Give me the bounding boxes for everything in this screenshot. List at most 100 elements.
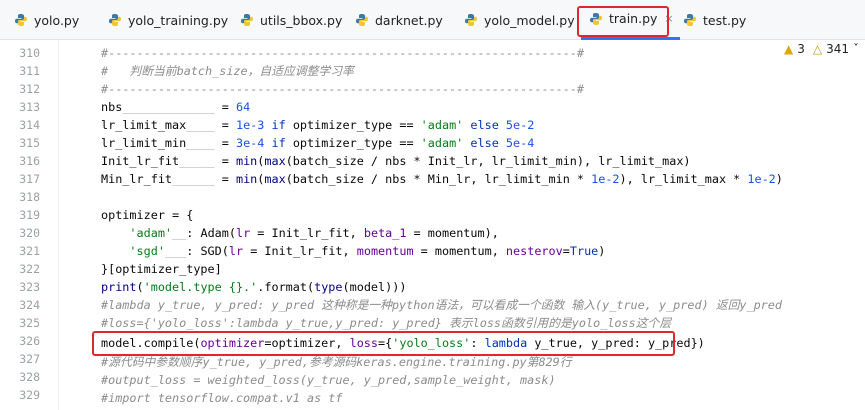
line-number: 319	[19, 208, 40, 222]
code-token: max	[264, 154, 286, 168]
code-token: ), lr_limit_max *	[619, 172, 748, 186]
code-token: optimizer_type ==	[292, 118, 421, 132]
line-number: 325	[19, 316, 40, 330]
tab-label: yolo_training.py	[128, 12, 229, 28]
tab-label: yolo.py	[34, 12, 80, 28]
warning-count: 3	[797, 42, 805, 56]
code-token: 5e-2	[505, 118, 535, 132]
code-line-311[interactable]: # 判断当前batch_size，自适应调整学习率	[101, 62, 354, 80]
code-line-315[interactable]: lr_limit_min____ = 3e-4 if optimizer_typ…	[101, 134, 534, 152]
code-token: )	[598, 244, 606, 258]
code-token: Min_lr_fit	[101, 172, 173, 186]
line-number: 317	[19, 172, 40, 186]
code-token: 'sgd'	[129, 244, 165, 258]
line-number: 323	[19, 280, 40, 294]
gutter-divider	[58, 40, 59, 410]
code-token: =	[214, 100, 236, 114]
code-token: Init_lr_fit,	[271, 226, 364, 240]
code-line-317[interactable]: Min_lr_fit______ = min(max(batch_size / …	[101, 170, 783, 188]
code-token: Init_lr_fit	[101, 154, 180, 168]
line-number: 327	[19, 352, 40, 366]
line-number: 320	[19, 226, 40, 240]
code-token: momentum,	[434, 244, 506, 258]
code-token: : SGD(	[186, 244, 229, 258]
code-token: beta_1	[363, 226, 407, 240]
code-line-328[interactable]: #output_loss = weighted_loss(y_true, y_p…	[101, 371, 556, 389]
line-number: 314	[19, 118, 40, 132]
code-line-325[interactable]: #loss={'yolo_loss':lambda y_true,y_pred:…	[101, 314, 671, 332]
weak-warning-count: 341	[826, 42, 849, 56]
line-number: 326	[19, 334, 40, 348]
tab-label: test.py	[703, 12, 747, 28]
line-number: 310	[19, 46, 40, 60]
inspection-widget[interactable]: ▲ 3 △ 341 ˇ	[784, 42, 859, 56]
code-line-314[interactable]: lr_limit_max____ = 1e-3 if optimizer_typ…	[101, 116, 534, 134]
code-token: 'adam'	[420, 118, 464, 132]
tab-yolo-py[interactable]: yolo.py	[14, 0, 79, 40]
weak-warning-icon: △	[812, 42, 823, 56]
code-token: ____	[186, 118, 215, 132]
code-line-312[interactable]: #---------------------------------------…	[101, 80, 584, 98]
code-token: lr	[228, 244, 244, 258]
python-file-icon	[15, 14, 27, 26]
code-line-322[interactable]: }[optimizer_type]	[101, 260, 222, 278]
active-tab-highlight-box	[577, 6, 669, 37]
code-token: =	[250, 226, 272, 240]
code-line-313[interactable]: nbs_____________ = 64	[101, 98, 250, 116]
code-token: __	[172, 226, 187, 240]
tab-utils-bbox-py[interactable]: utils_bbox.py	[240, 0, 342, 40]
code-token: (	[136, 280, 144, 294]
tab-test-py[interactable]: test.py	[683, 0, 746, 40]
code-line-319[interactable]: optimizer = {	[101, 206, 193, 224]
line-number: 316	[19, 154, 40, 168]
line-number-gutter: 310 311 312 313 314 315 316 317 318 319 …	[0, 40, 50, 410]
code-token: lr	[235, 226, 251, 240]
code-line-324[interactable]: #lambda y_true, y_pred: y_pred 这种称是一种pyt…	[101, 296, 782, 314]
code-token: 1e-2	[591, 172, 620, 186]
code-line-327[interactable]: #源代码中参数顺序y_true, y_pred,参考源码keras.engine…	[101, 353, 572, 371]
code-line-316[interactable]: Init_lr_fit_____ = min(max(batch_size / …	[101, 152, 691, 170]
code-token: optimizer_type ==	[292, 136, 421, 150]
code-token: nesterov	[505, 244, 563, 258]
tab-yolo-model-py[interactable]: yolo_model.py	[464, 0, 575, 40]
code-token: 'adam'	[129, 226, 173, 240]
code-token: lr_limit_max	[101, 118, 187, 132]
tab-darknet-py[interactable]: darknet.py	[355, 0, 443, 40]
code-token: 3e-4	[235, 136, 265, 150]
code-token: =	[214, 154, 236, 168]
tab-label: yolo_model.py	[484, 12, 575, 28]
code-token: momentum),	[427, 226, 499, 240]
code-line-321[interactable]: 'sgd'___: SGD(lr = Init_lr_fit, momentum…	[101, 242, 605, 260]
code-token: 1e-3	[235, 118, 265, 132]
code-token: nbs	[101, 100, 123, 114]
warning-icon: ▲	[783, 42, 794, 56]
code-line-329[interactable]: #import tensorflow.compat.v1 as tf	[101, 389, 342, 407]
code-token: ___	[164, 244, 187, 258]
code-token: 'model.type {}.'	[143, 280, 258, 294]
code-token: 64	[235, 100, 251, 114]
line-number: 313	[19, 100, 40, 114]
line-number: 328	[19, 370, 40, 384]
code-line-320[interactable]: 'adam'__: Adam(lr = Init_lr_fit, beta_1 …	[101, 224, 499, 242]
code-token: max	[264, 172, 286, 186]
code-token: min	[235, 154, 258, 168]
code-token: if	[264, 136, 293, 150]
line-number: 329	[19, 388, 40, 402]
tab-label: darknet.py	[375, 12, 443, 28]
code-token: Init_lr_fit,	[264, 244, 357, 258]
code-token: 5e-4	[505, 136, 535, 150]
python-file-icon	[356, 14, 368, 26]
code-line-310[interactable]: #---------------------------------------…	[101, 44, 584, 62]
line-number: 318	[19, 190, 40, 204]
code-token: =	[214, 136, 236, 150]
code-token: lr_limit_min	[101, 136, 187, 150]
python-file-icon	[109, 14, 121, 26]
code-line-323[interactable]: print('model.type {}.'.format(type(model…	[101, 278, 406, 296]
line-number: 312	[19, 82, 40, 96]
code-token: momentum	[356, 244, 414, 258]
python-file-icon	[241, 14, 253, 26]
editor-tab-bar: yolo.py yolo_training.py utils_bbox.py d…	[0, 0, 865, 40]
code-token: _____________	[122, 100, 215, 114]
tab-yolo-training-py[interactable]: yolo_training.py	[108, 0, 228, 40]
